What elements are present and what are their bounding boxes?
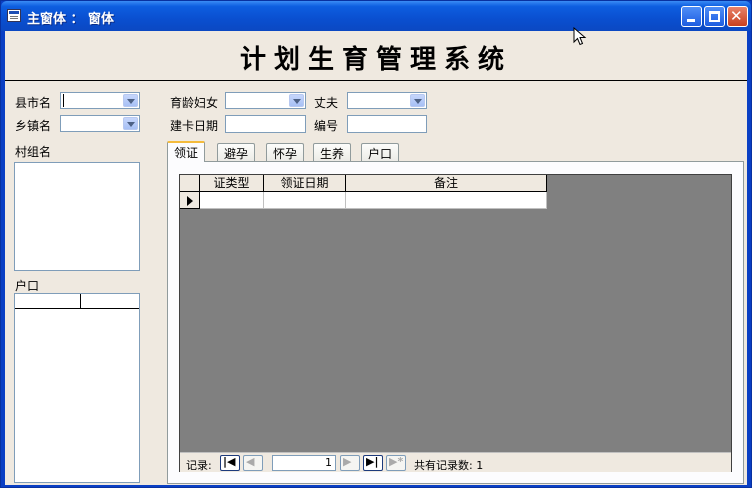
- first-record-button[interactable]: |◀: [220, 455, 240, 471]
- column-header-remarks[interactable]: 备注: [346, 175, 547, 192]
- form-client-area: 计划生育管理系统 县市名 乡镇名 育龄妇女 丈夫 建卡日期 编号 村组名 户口: [5, 31, 747, 485]
- record-label: 记录:: [186, 459, 212, 472]
- village-listbox[interactable]: [14, 162, 140, 271]
- maximize-icon: [709, 11, 720, 22]
- license-subform[interactable]: 证类型 领证日期 备注 记录: |◀ ◀ 1 ▶ ▶| ▶* 共有记录数: 1: [179, 174, 732, 472]
- household-list-column: [15, 294, 81, 309]
- title-bar[interactable]: 主窗体 ： 窗体 ✕: [1, 1, 751, 31]
- column-header-license-type[interactable]: 证类型: [200, 175, 264, 192]
- household-list-header: [15, 294, 139, 309]
- minimize-button[interactable]: [681, 6, 702, 27]
- chevron-down-icon[interactable]: [410, 94, 425, 107]
- system-title: 计划生育管理系统: [239, 45, 512, 75]
- window-title: 主窗体 ： 窗体: [27, 12, 115, 27]
- chevron-down-icon[interactable]: [289, 94, 304, 107]
- next-record-icon: ▶: [343, 455, 352, 468]
- household-listbox[interactable]: [14, 293, 140, 483]
- county-label: 县市名: [15, 96, 52, 110]
- record-selector[interactable]: [180, 192, 200, 209]
- town-combo[interactable]: [60, 115, 140, 132]
- select-all-cell[interactable]: [180, 175, 200, 192]
- record-number-field[interactable]: 1: [272, 455, 336, 471]
- chevron-down-icon[interactable]: [123, 94, 138, 107]
- tab-license[interactable]: 领证: [167, 141, 206, 162]
- prev-record-button[interactable]: ◀: [243, 455, 263, 471]
- chevron-down-icon[interactable]: [123, 117, 138, 130]
- town-label: 乡镇名: [15, 119, 52, 133]
- cell-license-type[interactable]: [200, 192, 264, 209]
- mouse-cursor-icon: [573, 27, 587, 46]
- cell-license-date[interactable]: [264, 192, 346, 209]
- card-date-label: 建卡日期: [170, 119, 219, 133]
- close-icon: ✕: [730, 7, 743, 25]
- husband-combo[interactable]: [347, 92, 427, 109]
- text-caret: [63, 94, 64, 107]
- record-navigator: 记录: |◀ ◀ 1 ▶ ▶| ▶* 共有记录数: 1: [180, 452, 731, 472]
- form-icon[interactable]: [7, 9, 21, 22]
- close-button[interactable]: ✕: [727, 6, 748, 27]
- village-label: 村组名: [15, 145, 52, 159]
- form-header: 计划生育管理系统: [5, 31, 747, 81]
- card-date-field[interactable]: [225, 115, 306, 133]
- last-record-button[interactable]: ▶|: [363, 455, 383, 471]
- tab-contraception[interactable]: 避孕: [217, 143, 256, 161]
- tab-pregnancy[interactable]: 怀孕: [266, 143, 305, 161]
- women-label: 育龄妇女: [170, 96, 219, 110]
- number-field[interactable]: [347, 115, 427, 133]
- first-record-icon: |◀: [223, 455, 236, 468]
- household-label: 户口: [15, 279, 40, 293]
- column-header-license-date[interactable]: 领证日期: [264, 175, 346, 192]
- main-window: 主窗体 ： 窗体 ✕ 计划生育管理系统 县市名 乡镇名 育龄妇女 丈夫 建卡日期…: [0, 0, 752, 488]
- number-label: 编号: [314, 119, 339, 133]
- record-count: 共有记录数: 1: [414, 459, 484, 472]
- new-record-button[interactable]: ▶*: [386, 455, 406, 471]
- husband-label: 丈夫: [314, 96, 339, 110]
- last-record-icon: ▶|: [366, 455, 379, 468]
- women-combo[interactable]: [225, 92, 306, 109]
- new-record-icon: ▶*: [389, 455, 404, 468]
- tab-birth[interactable]: 生养: [313, 143, 352, 161]
- prev-record-icon: ◀: [246, 455, 255, 468]
- minimize-icon: [687, 19, 695, 22]
- next-record-button[interactable]: ▶: [340, 455, 360, 471]
- tab-household[interactable]: 户口: [361, 143, 400, 161]
- maximize-button[interactable]: [704, 6, 725, 27]
- current-record-icon: [187, 196, 193, 206]
- county-combo[interactable]: [60, 92, 140, 109]
- cell-remarks[interactable]: [346, 192, 547, 209]
